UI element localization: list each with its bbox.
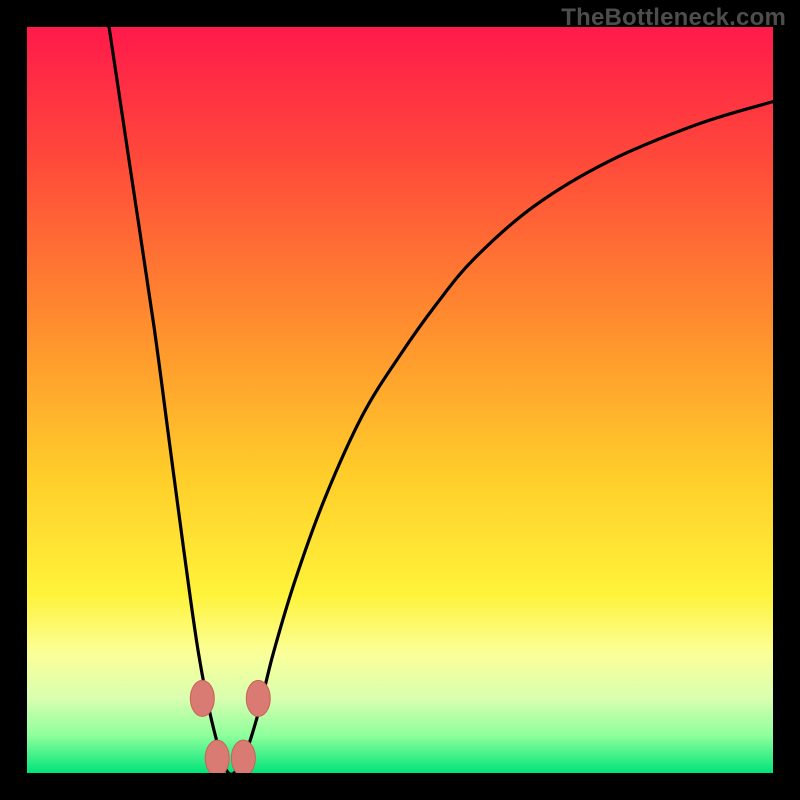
chart-svg (27, 27, 773, 773)
highlight-marker (205, 740, 229, 773)
outer-frame: TheBottleneck.com (0, 0, 800, 800)
highlight-marker (231, 740, 255, 773)
watermark-text: TheBottleneck.com (561, 4, 786, 32)
highlight-marker (190, 680, 214, 716)
plot-area (27, 27, 773, 773)
highlight-marker (246, 680, 270, 716)
